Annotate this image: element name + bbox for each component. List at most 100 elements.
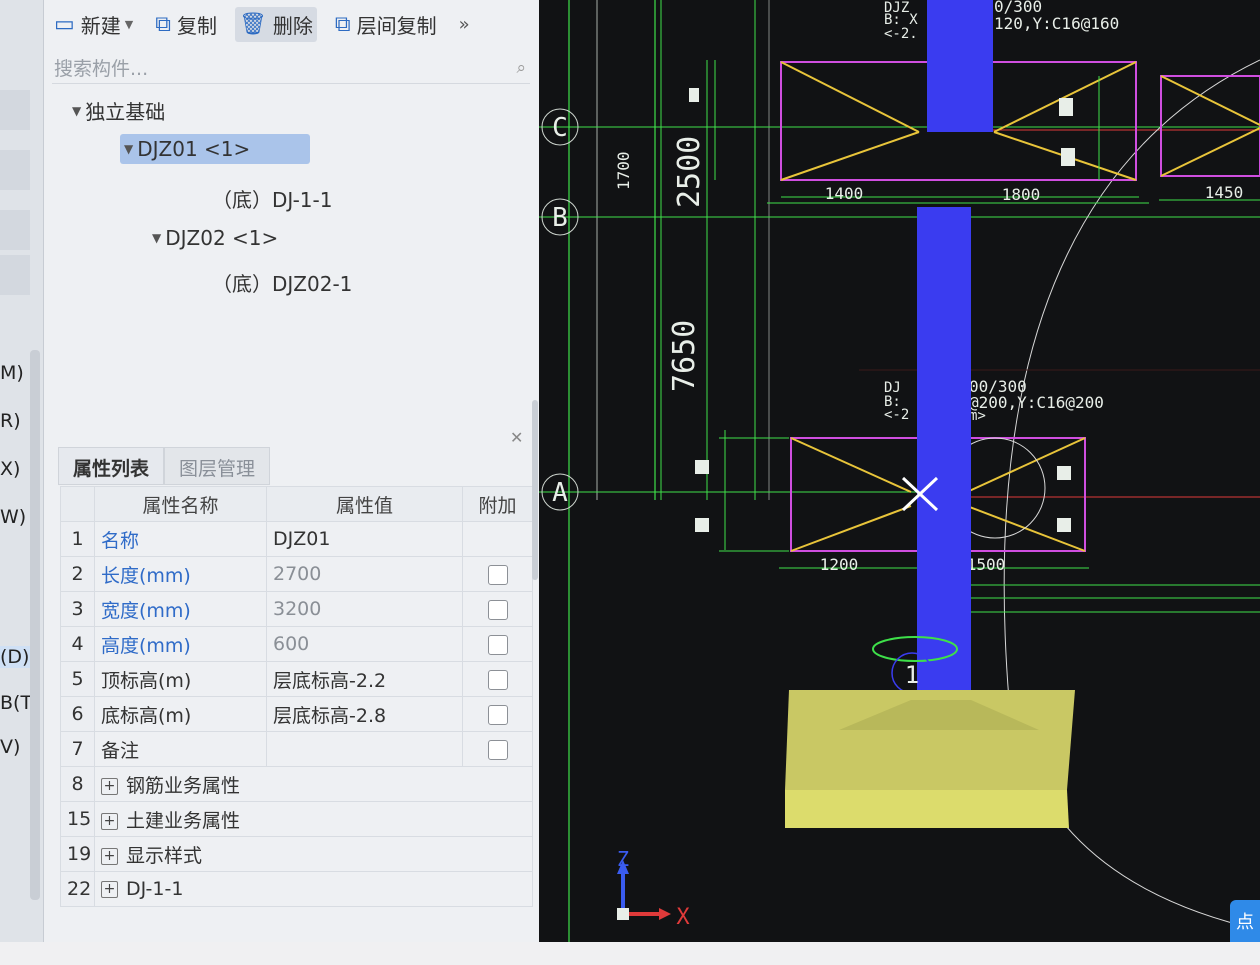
row-index: 22: [60, 871, 95, 907]
group-name: 显示样式: [126, 844, 203, 867]
strip-label[interactable]: R): [0, 410, 21, 432]
caret-down-icon[interactable]: ▼: [72, 104, 81, 118]
extra-checkbox[interactable]: [487, 704, 508, 725]
expand-icon[interactable]: +: [101, 847, 118, 865]
extra-cell: [462, 731, 533, 767]
close-icon[interactable]: ✕: [510, 428, 523, 447]
tree-item-dj-1-1[interactable]: （底）DJ-1-1: [212, 184, 332, 213]
copy-button[interactable]: ⧉ 复制: [151, 7, 221, 42]
dim-1400: 1400: [825, 184, 864, 203]
chevron-down-icon[interactable]: ▼: [125, 18, 133, 31]
prop-name: 宽度(mm): [94, 591, 267, 627]
copy-label: 复制: [176, 13, 217, 38]
label-mid3: <-2: [884, 407, 909, 423]
table-row[interactable]: 1 名称 DJZ01: [60, 521, 533, 557]
table-row[interactable]: 3 宽度(mm) 3200: [60, 591, 533, 627]
tree-item-label: （底）DJZ02-1: [212, 272, 353, 296]
extra-checkbox[interactable]: [487, 599, 508, 620]
extra-cell: [462, 591, 533, 627]
tree-item-djz02-1[interactable]: （底）DJZ02-1: [212, 268, 352, 297]
prop-name: 底标高(m): [94, 696, 267, 732]
strip-button[interactable]: [0, 255, 30, 295]
floor-copy-button[interactable]: ⧉ 层间复制: [331, 7, 441, 42]
dim-1200: 1200: [820, 555, 859, 574]
axis-label-b: B: [552, 203, 568, 233]
table-row[interactable]: 7 备注: [60, 731, 533, 767]
header-value: 属性值: [266, 486, 463, 522]
row-index: 5: [60, 661, 95, 697]
label-mid-right3: m>: [969, 408, 986, 424]
extra-checkbox[interactable]: [487, 564, 508, 585]
delete-label: 删除: [272, 13, 313, 38]
tree-root[interactable]: ▼ 独立基础: [72, 96, 165, 125]
prop-value[interactable]: 3200: [266, 591, 463, 627]
tree-root-label: 独立基础: [85, 100, 166, 124]
strip-label[interactable]: W): [0, 506, 26, 528]
prop-value[interactable]: DJZ01: [266, 521, 463, 557]
cad-viewport[interactable]: C B A 1400 1800 1450 2500 7650 1700 DJZ …: [539, 0, 1260, 942]
search-placeholder: 搜索构件...: [54, 58, 149, 80]
label-top-right2: 120,Y:C16@160: [994, 14, 1119, 33]
prop-value[interactable]: 2700: [266, 556, 463, 592]
group-name: DJ-1-1: [126, 878, 184, 900]
table-row-group[interactable]: 22 + DJ-1-1: [60, 871, 533, 907]
prop-name: 顶标高(m): [94, 661, 267, 697]
prop-value[interactable]: [266, 731, 463, 767]
more-icon[interactable]: »: [459, 14, 470, 35]
strip-button[interactable]: [0, 90, 30, 130]
strip-button[interactable]: [0, 150, 30, 190]
tree-item-djz02[interactable]: ▼ DJZ02 <1>: [152, 226, 278, 250]
search-input[interactable]: 搜索构件... ⌕: [52, 52, 530, 84]
new-button[interactable]: ▭ 新建 ▼: [50, 7, 137, 42]
strip-label[interactable]: X): [0, 458, 20, 480]
strip-label[interactable]: M): [0, 362, 24, 384]
tree-item-djz01[interactable]: ▼ DJZ01 <1>: [120, 134, 310, 164]
extra-checkbox[interactable]: [487, 634, 508, 655]
header-extra: 附加: [462, 486, 533, 522]
table-row-group[interactable]: 15 + 土建业务属性: [60, 801, 533, 837]
strip-scrollbar[interactable]: [30, 350, 40, 900]
corner-button[interactable]: 点: [1230, 900, 1260, 942]
floor-copy-label: 层间复制: [356, 13, 437, 38]
table-row-group[interactable]: 19 + 显示样式: [60, 836, 533, 872]
label-top3: <-2.: [884, 26, 918, 42]
group-name: 钢筋业务属性: [126, 774, 241, 797]
strip-label[interactable]: V): [0, 736, 20, 758]
extra-checkbox[interactable]: [487, 669, 508, 690]
table-row[interactable]: 2 长度(mm) 2700: [60, 556, 533, 592]
search-icon[interactable]: ⌕: [516, 58, 526, 78]
tab-properties[interactable]: 属性列表: [58, 447, 165, 485]
table-row[interactable]: 4 高度(mm) 600: [60, 626, 533, 662]
caret-down-icon[interactable]: ▼: [152, 231, 161, 245]
prop-name: 长度(mm): [94, 556, 267, 592]
group-cell: + 显示样式: [94, 836, 533, 872]
row-index: 1: [60, 521, 95, 557]
tab-layers[interactable]: 图层管理: [164, 447, 271, 485]
row-index: 7: [60, 731, 95, 767]
prop-name: 高度(mm): [94, 626, 267, 662]
prop-value[interactable]: 层底标高-2.8: [266, 696, 463, 732]
prop-value[interactable]: 层底标高-2.2: [266, 661, 463, 697]
prop-value[interactable]: 600: [266, 626, 463, 662]
table-row-group[interactable]: 8 + 钢筋业务属性: [60, 766, 533, 802]
expand-icon[interactable]: +: [101, 777, 118, 795]
table-row[interactable]: 5 顶标高(m) 层底标高-2.2: [60, 661, 533, 697]
axis-z-label: Z: [617, 847, 629, 871]
tree-item-label: DJZ01 <1>: [137, 137, 251, 161]
axis-label-c: C: [552, 113, 568, 143]
extra-checkbox[interactable]: [487, 739, 508, 760]
expand-icon[interactable]: +: [101, 812, 118, 830]
table-row[interactable]: 6 底标高(m) 层底标高-2.8: [60, 696, 533, 732]
axis-label-a: A: [552, 478, 568, 508]
dim-2500: 2500: [672, 136, 707, 208]
caret-down-icon[interactable]: ▼: [124, 142, 133, 156]
group-cell: + 钢筋业务属性: [94, 766, 533, 802]
header-name: 属性名称: [94, 486, 267, 522]
panel-scrollbar[interactable]: [532, 400, 538, 580]
delete-button[interactable]: 🗑 删除: [234, 6, 317, 42]
expand-icon[interactable]: +: [101, 881, 118, 898]
axis-x-label: X: [676, 905, 690, 930]
strip-button[interactable]: [0, 210, 30, 250]
dim-1450: 1450: [1205, 183, 1244, 202]
row-index: 19: [60, 836, 95, 872]
